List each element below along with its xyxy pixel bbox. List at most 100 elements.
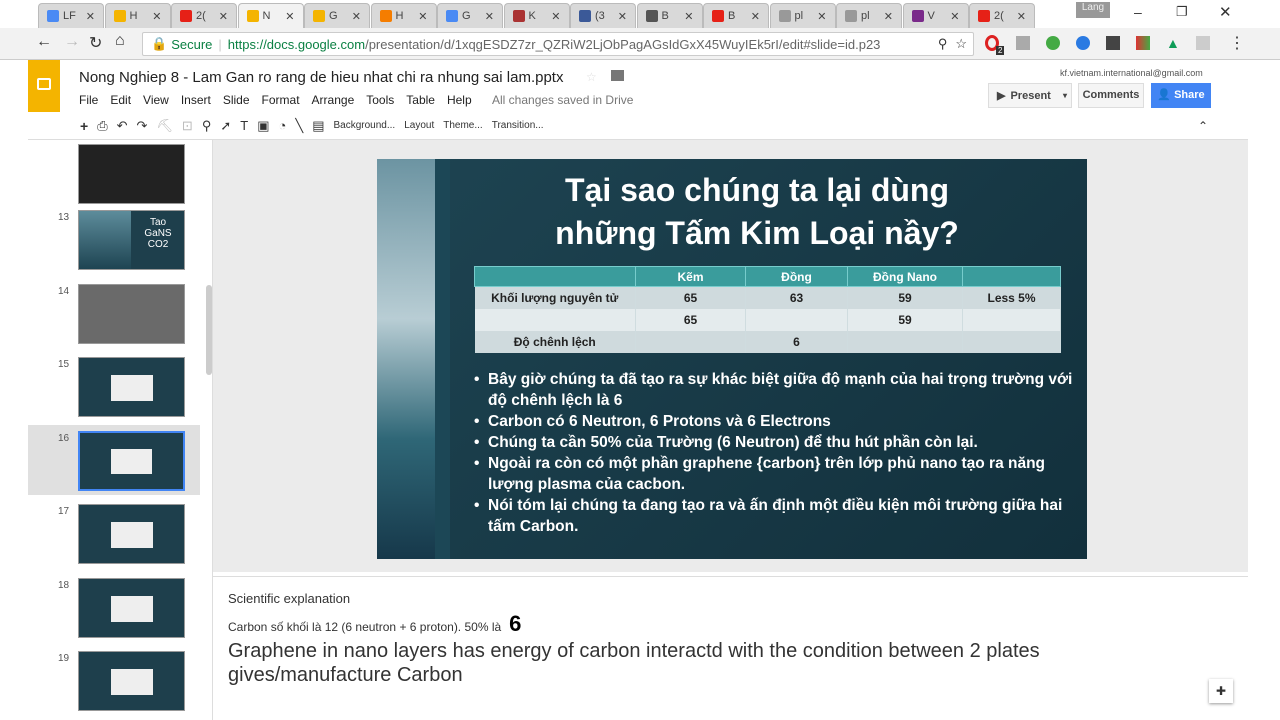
menu-table[interactable]: Table bbox=[406, 93, 435, 107]
extension-icon[interactable] bbox=[1016, 36, 1030, 50]
close-tab-icon[interactable]: ✕ bbox=[950, 10, 959, 23]
close-tab-icon[interactable]: ✕ bbox=[219, 10, 228, 23]
select-icon[interactable]: ➚ bbox=[220, 118, 231, 134]
star-icon[interactable]: ☆ bbox=[955, 36, 967, 52]
star-icon[interactable]: ☆ bbox=[586, 70, 597, 84]
browser-tab[interactable]: B ✕ bbox=[636, 3, 703, 28]
document-title[interactable]: Nong Nghiep 8 - Lam Gan ro rang de hieu … bbox=[79, 69, 563, 86]
transition-button[interactable]: Transition... bbox=[492, 120, 544, 131]
comments-button[interactable]: Comments bbox=[1078, 83, 1144, 108]
browser-tab[interactable]: pl ✕ bbox=[836, 3, 902, 28]
menu-file[interactable]: File bbox=[79, 93, 98, 107]
slide-thumbnail[interactable] bbox=[78, 430, 185, 491]
account-email[interactable]: kf.vietnam.international@gmail.com bbox=[1060, 68, 1203, 78]
line-icon[interactable]: ╲ bbox=[295, 118, 303, 134]
slide-bullets[interactable]: Bây giờ chúng ta đã tạo ra sự khác biệt … bbox=[474, 369, 1074, 537]
slide-title[interactable]: Tại sao chúng ta lại dùng những Tấm Kim L… bbox=[457, 169, 1057, 255]
filmstrip-scrollbar[interactable] bbox=[206, 285, 212, 375]
close-tab-icon[interactable]: ✕ bbox=[884, 10, 893, 23]
browser-tab[interactable]: V ✕ bbox=[902, 3, 969, 28]
forward-icon[interactable]: → bbox=[64, 33, 80, 51]
close-tab-icon[interactable]: ✕ bbox=[86, 10, 95, 23]
close-tab-icon[interactable]: ✕ bbox=[352, 10, 361, 23]
close-tab-icon[interactable]: ✕ bbox=[551, 10, 560, 23]
speaker-notes[interactable]: Scientific explanation Carbon số khối là… bbox=[213, 576, 1248, 720]
share-button[interactable]: 👤 Share bbox=[1151, 83, 1211, 108]
browser-tab[interactable]: H ✕ bbox=[104, 3, 171, 28]
slide-thumbnail[interactable]: Tao GaNS CO2 bbox=[78, 210, 185, 270]
menu-tools[interactable]: Tools bbox=[366, 93, 394, 107]
slide-thumbnail[interactable] bbox=[78, 577, 185, 638]
print-icon[interactable]: ⎙ bbox=[97, 118, 107, 134]
close-window-button[interactable]: ✕ bbox=[1219, 3, 1232, 21]
menu-help[interactable]: Help bbox=[447, 93, 472, 107]
close-tab-icon[interactable]: ✕ bbox=[1017, 10, 1026, 23]
slide-thumbnail[interactable] bbox=[78, 357, 185, 417]
zoom-icon[interactable]: ⚲ bbox=[202, 118, 212, 134]
menu-slide[interactable]: Slide bbox=[223, 93, 250, 107]
extension-icon[interactable] bbox=[1106, 36, 1120, 50]
browser-tab[interactable]: H ✕ bbox=[370, 3, 437, 28]
slide-table[interactable]: Kẽm Đồng Đồng Nano Khối lượng nguyên tử 65 6… bbox=[474, 266, 1061, 353]
collapse-icon[interactable]: ⌃ bbox=[1198, 119, 1208, 133]
zoom-fit-icon[interactable]: ⊡ bbox=[182, 118, 193, 134]
slide-thumbnail[interactable] bbox=[78, 504, 185, 564]
paint-format-icon[interactable]: ⛏ bbox=[156, 118, 173, 134]
browser-tab[interactable]: B ✕ bbox=[703, 3, 769, 28]
browser-tab[interactable]: G ✕ bbox=[437, 3, 503, 28]
browser-tab[interactable]: 2(✕ bbox=[969, 3, 1035, 28]
menu-insert[interactable]: Insert bbox=[181, 93, 211, 107]
chrome-menu-icon[interactable]: ⋮ bbox=[1229, 33, 1245, 53]
undo-icon[interactable]: ↶ bbox=[117, 118, 128, 134]
back-icon[interactable]: ← bbox=[36, 33, 52, 51]
browser-tab[interactable]: 2(✕ bbox=[171, 3, 237, 28]
extension-icon[interactable] bbox=[1046, 36, 1060, 50]
layout-button[interactable]: Layout bbox=[404, 120, 434, 131]
text-box-icon[interactable]: T bbox=[240, 118, 248, 133]
close-tab-icon[interactable]: ✕ bbox=[751, 10, 760, 23]
image-icon[interactable]: ▣ bbox=[257, 118, 269, 134]
slide-thumbnail[interactable] bbox=[78, 651, 185, 711]
browser-tab[interactable]: G ✕ bbox=[304, 3, 370, 28]
chevron-down-icon[interactable]: ▾ bbox=[1063, 91, 1067, 100]
redo-icon[interactable]: ↷ bbox=[137, 118, 148, 134]
menu-edit[interactable]: Edit bbox=[110, 93, 131, 107]
menu-arrange[interactable]: Arrange bbox=[312, 93, 355, 107]
comment-icon[interactable]: ▤ bbox=[312, 118, 324, 134]
close-tab-icon[interactable]: ✕ bbox=[152, 10, 161, 23]
new-slide-icon[interactable]: + bbox=[80, 118, 88, 134]
extension-icon[interactable] bbox=[1076, 36, 1090, 50]
browser-tab[interactable]: LF ✕ bbox=[38, 3, 104, 28]
explore-icon[interactable]: ✚ bbox=[1209, 679, 1233, 703]
slides-logo[interactable] bbox=[28, 60, 60, 112]
folder-icon[interactable] bbox=[611, 70, 624, 81]
slide-thumbnail[interactable] bbox=[78, 283, 185, 344]
close-tab-icon[interactable]: ✕ bbox=[485, 10, 494, 23]
close-tab-icon[interactable]: ✕ bbox=[817, 10, 826, 23]
browser-tab[interactable]: (3 ✕ bbox=[570, 3, 636, 28]
menu-view[interactable]: View bbox=[143, 93, 169, 107]
minimize-button[interactable]: – bbox=[1134, 4, 1142, 20]
browser-tab[interactable]: N ✕ bbox=[237, 3, 304, 28]
home-icon[interactable]: ⌂ bbox=[115, 32, 125, 50]
url-input[interactable]: 🔒 Secure | https://docs.google.com /pres… bbox=[142, 32, 974, 56]
reload-icon[interactable]: ↻ bbox=[89, 33, 102, 53]
slide-thumbnail[interactable] bbox=[78, 144, 185, 204]
slide[interactable]: Tại sao chúng ta lại dùng những Tấm Kim L… bbox=[377, 159, 1087, 559]
theme-button[interactable]: Theme... bbox=[443, 120, 482, 131]
menu-format[interactable]: Format bbox=[262, 93, 300, 107]
browser-tab[interactable]: pl ✕ bbox=[769, 3, 836, 28]
zoom-icon[interactable]: ⚲ bbox=[938, 36, 948, 52]
shape-icon[interactable]: ◔ bbox=[279, 118, 287, 133]
present-button[interactable]: ▶ Present ▾ bbox=[988, 83, 1072, 108]
close-tab-icon[interactable]: ✕ bbox=[618, 10, 627, 23]
extension-icon[interactable] bbox=[1196, 36, 1210, 50]
close-tab-icon[interactable]: ✕ bbox=[684, 10, 693, 23]
close-tab-icon[interactable]: ✕ bbox=[418, 10, 427, 23]
restore-button[interactable]: ❐ bbox=[1176, 4, 1188, 20]
extension-icon[interactable] bbox=[1136, 36, 1150, 50]
background-button[interactable]: Background... bbox=[334, 120, 396, 131]
profile-badge[interactable]: Lang bbox=[1076, 2, 1110, 18]
close-tab-icon[interactable]: ✕ bbox=[285, 10, 294, 23]
browser-tab[interactable]: K ✕ bbox=[503, 3, 570, 28]
